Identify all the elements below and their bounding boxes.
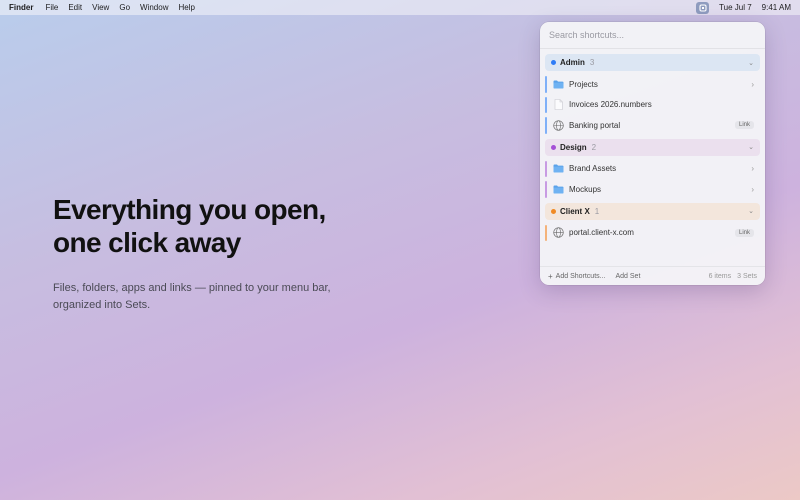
add-shortcuts-label: Add Shortcuts...	[555, 272, 606, 280]
globe-icon	[552, 227, 564, 239]
popover-footer: + Add Shortcuts... Add Set 6 items 3 Sets	[540, 266, 765, 285]
set-name: Admin	[560, 58, 585, 67]
chevron-right-icon[interactable]: ›	[751, 185, 754, 194]
shortcut-label: Banking portal	[569, 120, 621, 130]
shortcut-label: Brand Assets	[569, 164, 617, 174]
menu-go[interactable]: Go	[119, 3, 130, 12]
set-color-bar	[545, 160, 547, 177]
set-header-design[interactable]: Design 2 ⌄	[545, 138, 760, 156]
hero-title-line-1: Everything you open,	[53, 194, 326, 225]
shortcut-label: portal.client-x.com	[569, 228, 634, 238]
plus-icon: +	[548, 271, 553, 281]
link-badge: Link	[734, 228, 754, 237]
shortcut-item-mockups[interactable]: Mockups ›	[545, 179, 760, 200]
set-color-bar	[545, 181, 547, 198]
set-count: 1	[594, 206, 600, 216]
chevron-down-icon[interactable]: ⌄	[748, 143, 754, 151]
document-icon	[552, 99, 564, 111]
sets-count: 3 Sets	[737, 272, 757, 280]
items-count: 6 items	[708, 272, 732, 280]
chevron-down-icon[interactable]: ⌄	[748, 59, 754, 67]
menu-app-name[interactable]: Finder	[9, 3, 33, 12]
set-name: Client X	[560, 206, 590, 216]
set-color-bar	[545, 117, 547, 134]
folder-icon	[552, 78, 564, 90]
sets-list: Admin 3 ⌄ Projects › Invoices 2026.numbe…	[540, 49, 765, 243]
set-header-admin[interactable]: Admin 3 ⌄	[545, 54, 760, 71]
set-color-bar	[545, 96, 547, 113]
link-badge: Link	[734, 121, 754, 130]
menu-bar-right: Tue Jul 7 9:41 AM	[696, 1, 800, 14]
hero-subtitle-line-1: Files, folders, apps and links — pinned …	[53, 282, 331, 294]
menu-window[interactable]: Window	[140, 3, 168, 12]
set-header-client-x[interactable]: Client X 1 ⌄	[545, 202, 760, 220]
set-color-bar	[545, 76, 547, 93]
set-count: 3	[589, 58, 595, 67]
shortcut-item-invoices[interactable]: Invoices 2026.numbers	[545, 95, 760, 116]
set-color-dot	[551, 144, 556, 150]
menu-file[interactable]: File	[45, 3, 58, 12]
menu-bar: Finder File Edit View Go Window Help Tue…	[0, 0, 800, 15]
menu-date[interactable]: Tue Jul 7	[719, 3, 752, 12]
hero-title: Everything you open, one click away	[53, 193, 413, 259]
footer-stats: 6 items 3 Sets	[709, 273, 757, 280]
globe-icon	[552, 119, 564, 131]
chevron-right-icon[interactable]: ›	[751, 80, 754, 89]
search-input[interactable]	[549, 30, 749, 40]
set-color-dot	[551, 208, 556, 214]
set-count: 2	[591, 142, 597, 152]
menu-edit[interactable]: Edit	[68, 3, 82, 12]
chevron-down-icon[interactable]: ⌄	[748, 207, 754, 215]
set-name: Design	[560, 142, 587, 152]
shortcut-item-brand-assets[interactable]: Brand Assets ›	[545, 159, 760, 180]
chevron-right-icon[interactable]: ›	[751, 164, 754, 173]
menu-help[interactable]: Help	[178, 3, 194, 12]
hero-subtitle: Files, folders, apps and links — pinned …	[53, 280, 353, 314]
add-shortcuts-button[interactable]: + Add Shortcuts...	[548, 272, 605, 281]
folder-icon	[552, 163, 564, 175]
hero-title-line-2: one click away	[53, 227, 241, 258]
search-bar	[540, 22, 765, 49]
add-set-button[interactable]: Add Set	[615, 273, 640, 280]
shortcuts-popover: Admin 3 ⌄ Projects › Invoices 2026.numbe…	[540, 22, 765, 285]
folder-icon	[552, 183, 564, 195]
hero-subtitle-line-2: organized into Sets.	[53, 299, 151, 311]
shortcut-item-projects[interactable]: Projects ›	[545, 74, 760, 95]
add-set-label: Add Set	[615, 272, 641, 280]
shortcut-item-client-portal[interactable]: portal.client-x.com Link	[545, 223, 760, 244]
set-color-dot	[551, 60, 556, 65]
menu-time[interactable]: 9:41 AM	[762, 3, 791, 12]
set-color-bar	[545, 224, 547, 241]
shortcut-label: Projects	[569, 79, 598, 89]
menu-view[interactable]: View	[92, 3, 109, 12]
shortcuts-app-icon[interactable]	[696, 1, 710, 14]
shortcut-item-banking-portal[interactable]: Banking portal Link	[545, 115, 760, 136]
menu-bar-left: Finder File Edit View Go Window Help	[0, 3, 205, 12]
shortcut-label: Invoices 2026.numbers	[569, 100, 652, 110]
shortcut-label: Mockups	[569, 184, 602, 194]
